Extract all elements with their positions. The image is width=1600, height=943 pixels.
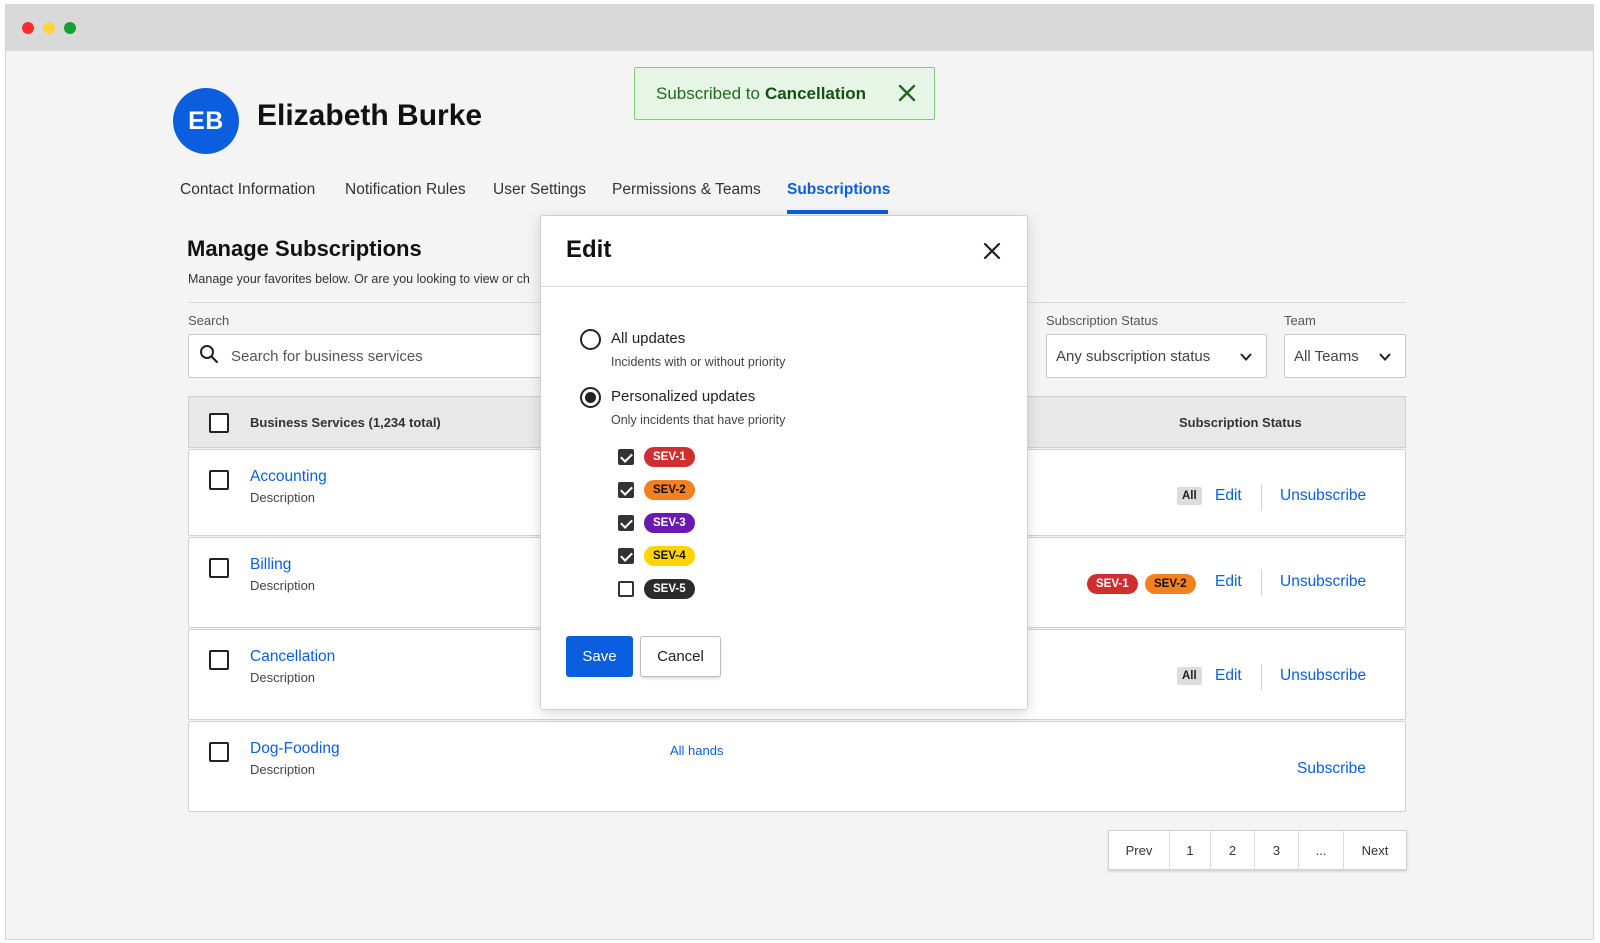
team-link[interactable]: All hands [670, 743, 723, 758]
sev-badge: SEV-3 [644, 513, 695, 533]
all-updates-radio[interactable] [580, 329, 601, 350]
close-window-button[interactable] [22, 22, 34, 34]
divider [1261, 570, 1262, 596]
avatar-initials: EB [188, 106, 224, 135]
service-description: Description [250, 762, 316, 777]
row-checkbox[interactable] [209, 742, 229, 762]
all-updates-description: Incidents with or without priority [611, 355, 786, 369]
edit-link[interactable]: Edit [1215, 667, 1242, 685]
page-ellipsis: ... [1299, 831, 1344, 869]
close-icon[interactable] [896, 82, 918, 104]
avatar: EB [173, 88, 239, 154]
prev-page-button[interactable]: Prev [1109, 831, 1170, 869]
team-filter-label: Team [1284, 313, 1316, 328]
user-name: Elizabeth Burke [257, 99, 483, 132]
service-description: Description [250, 578, 316, 593]
search-label: Search [188, 313, 230, 328]
save-button[interactable]: Save [566, 636, 633, 677]
all-updates-badge: All [1177, 667, 1202, 685]
row-checkbox[interactable] [209, 650, 229, 670]
modal-title: Edit [566, 236, 612, 263]
team-filter-value: All Teams [1294, 347, 1359, 365]
sev-badge: SEV-1 [644, 447, 695, 467]
edit-modal: Edit All updates Incidents with or witho… [540, 215, 1028, 710]
minimize-window-button[interactable] [43, 22, 55, 34]
row-checkbox[interactable] [209, 470, 229, 490]
sev-badge: SEV-5 [644, 579, 695, 599]
chevron-down-icon [1239, 350, 1253, 368]
service-description: Description [250, 490, 316, 505]
status-filter-label: Subscription Status [1046, 313, 1159, 328]
sev-4-checkbox[interactable] [618, 548, 634, 564]
tab-user-settings[interactable]: User Settings [493, 181, 586, 199]
row-checkbox[interactable] [209, 558, 229, 578]
service-link[interactable]: Dog-Fooding [250, 740, 340, 758]
all-updates-label: All updates [611, 330, 686, 347]
sev-badge: SEV-1 [1087, 574, 1138, 594]
close-icon[interactable] [983, 242, 1001, 260]
toast-prefix: Subscribed to [656, 83, 760, 103]
tab-notification-rules[interactable]: Notification Rules [345, 181, 466, 199]
personalized-updates-radio[interactable] [580, 387, 601, 408]
active-tab-indicator [787, 210, 888, 214]
column-header-services: Business Services (1,234 total) [250, 415, 441, 430]
next-page-button[interactable]: Next [1344, 831, 1406, 869]
sev-badge: SEV-2 [1145, 574, 1196, 594]
tab-permissions-teams[interactable]: Permissions & Teams [612, 181, 761, 199]
table-row: Dog-Fooding Description All hands Subscr… [188, 721, 1406, 812]
sev-3-checkbox[interactable] [618, 515, 634, 531]
page-description: Manage your favorites below. Or are you … [188, 272, 530, 286]
unsubscribe-link[interactable]: Unsubscribe [1280, 573, 1366, 591]
team-filter-select[interactable]: All Teams [1284, 334, 1406, 378]
personalized-updates-description: Only incidents that have priority [611, 413, 786, 427]
divider [1261, 484, 1262, 510]
cancel-button[interactable]: Cancel [640, 636, 721, 677]
service-description: Description [250, 670, 316, 685]
search-input[interactable] [229, 346, 529, 366]
sev-2-checkbox[interactable] [618, 482, 634, 498]
all-updates-badge: All [1177, 487, 1202, 505]
service-link[interactable]: Accounting [250, 468, 327, 486]
toast-service: Cancellation [764, 83, 867, 103]
service-link[interactable]: Cancellation [250, 648, 335, 666]
search-icon [199, 344, 219, 369]
page-button[interactable]: 2 [1211, 831, 1255, 869]
page-button[interactable]: 3 [1255, 831, 1299, 869]
sev-badge: SEV-2 [644, 480, 695, 500]
edit-link[interactable]: Edit [1215, 573, 1242, 591]
tab-subscriptions[interactable]: Subscriptions [787, 181, 890, 199]
personalized-updates-label: Personalized updates [611, 388, 756, 405]
status-filter-value: Any subscription status [1056, 347, 1211, 365]
maximize-window-button[interactable] [64, 22, 76, 34]
pagination: Prev 1 2 3 ... Next [1108, 830, 1407, 870]
divider [1261, 664, 1262, 690]
sev-5-checkbox[interactable] [618, 581, 634, 597]
search-field[interactable] [188, 334, 548, 378]
select-all-checkbox[interactable] [209, 413, 229, 433]
subscribe-link[interactable]: Subscribe [1297, 760, 1366, 778]
chevron-down-icon [1378, 350, 1392, 368]
status-filter-select[interactable]: Any subscription status [1046, 334, 1267, 378]
unsubscribe-link[interactable]: Unsubscribe [1280, 667, 1366, 685]
modal-divider [541, 286, 1027, 287]
page-button[interactable]: 1 [1170, 831, 1211, 869]
service-link[interactable]: Billing [250, 556, 291, 574]
edit-link[interactable]: Edit [1215, 487, 1242, 505]
sev-1-checkbox[interactable] [618, 449, 634, 465]
column-header-status: Subscription Status [1179, 415, 1302, 430]
unsubscribe-link[interactable]: Unsubscribe [1280, 487, 1366, 505]
tab-contact-information[interactable]: Contact Information [180, 181, 315, 199]
sev-badge: SEV-4 [644, 546, 695, 566]
success-toast: Subscribed to Cancellation [634, 67, 935, 120]
window-titlebar [6, 5, 1593, 51]
page-title: Manage Subscriptions [187, 236, 422, 261]
